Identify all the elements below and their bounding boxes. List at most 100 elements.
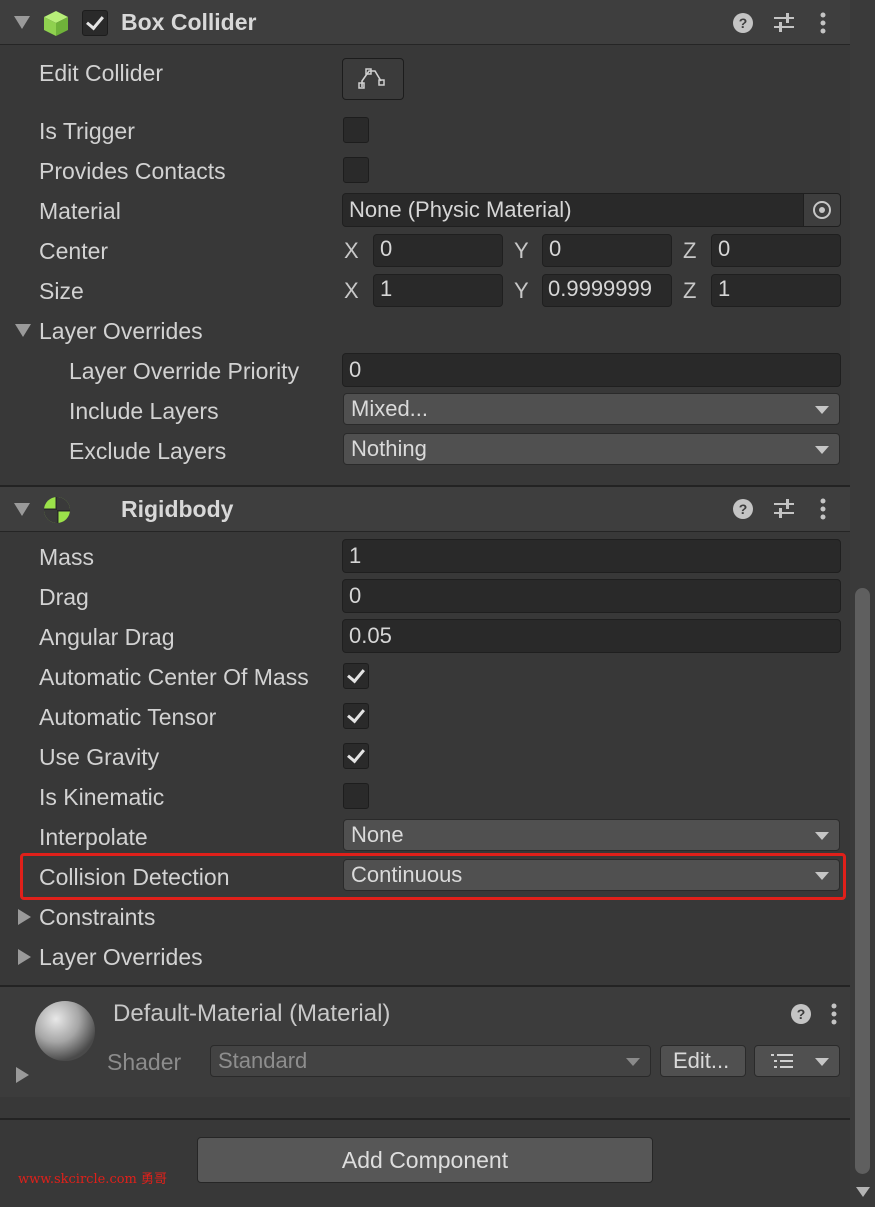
collision-detection-label: Collision Detection — [39, 864, 230, 890]
more-options-icon[interactable] — [829, 1002, 839, 1026]
edit-collider-button[interactable] — [342, 58, 404, 100]
layer-overrides-fold-icon[interactable] — [18, 949, 31, 965]
collapse-arrow-icon[interactable] — [14, 16, 30, 29]
constraints-foldout[interactable]: Constraints — [39, 902, 155, 932]
provides-contacts-checkbox[interactable] — [343, 157, 369, 183]
list-icon — [771, 1054, 793, 1068]
object-picker-button[interactable] — [803, 194, 840, 226]
layer-overrides-foldout[interactable]: Layer Overrides — [39, 316, 203, 346]
size-z-field[interactable]: 1 — [711, 274, 841, 307]
interpolate-value: None — [351, 822, 404, 847]
presets-icon[interactable] — [772, 12, 796, 34]
dropdown-arrow-icon — [815, 832, 829, 840]
center-z-field[interactable]: 0 — [711, 234, 841, 267]
dropdown-arrow-icon — [815, 406, 829, 414]
vertical-scrollbar[interactable] — [850, 0, 875, 1207]
material-section: Default-Material (Material) ? Shader Sta… — [0, 987, 850, 1097]
help-icon[interactable]: ? — [732, 12, 754, 34]
checkmark-icon — [347, 664, 365, 684]
checkmark-icon — [347, 704, 365, 724]
angular-drag-label: Angular Drag — [39, 624, 175, 650]
dropdown-arrow-icon — [815, 1058, 829, 1066]
collapse-arrow-icon[interactable] — [14, 503, 30, 516]
is-trigger-label: Is Trigger — [39, 118, 135, 144]
help-icon[interactable]: ? — [790, 1003, 812, 1025]
material-title: Default-Material (Material) — [113, 1000, 391, 1027]
automatic-tensor-label: Automatic Tensor — [39, 704, 217, 730]
dropdown-arrow-icon — [815, 446, 829, 454]
is-trigger-checkbox[interactable] — [343, 117, 369, 143]
drag-field[interactable]: 0 — [342, 579, 841, 613]
layer-overrides-fold-icon[interactable] — [15, 324, 31, 337]
interpolate-dropdown[interactable]: None — [343, 819, 840, 851]
scroll-down-arrow-icon[interactable] — [856, 1187, 870, 1197]
shader-value: Standard — [218, 1048, 308, 1073]
layer-override-priority-field[interactable]: 0 — [342, 353, 841, 387]
rigidbody-header[interactable]: Rigidbody ? — [0, 487, 850, 532]
collision-detection-dropdown[interactable]: Continuous — [343, 859, 840, 891]
collision-detection-value: Continuous — [351, 862, 463, 887]
size-z-label: Z — [683, 278, 697, 303]
mass-label: Mass — [39, 544, 94, 570]
include-layers-value: Mixed... — [351, 396, 429, 421]
material-preview-sphere — [35, 1001, 95, 1061]
mass-field[interactable]: 1 — [342, 539, 841, 573]
material-object-field[interactable]: None (Physic Material) — [342, 193, 841, 227]
more-options-icon[interactable] — [818, 11, 828, 35]
size-x-label: X — [344, 278, 359, 303]
interpolate-label: Interpolate — [39, 824, 148, 850]
material-fold-icon[interactable] — [16, 1067, 29, 1083]
exclude-layers-dropdown[interactable]: Nothing — [343, 433, 840, 465]
dropdown-arrow-icon — [815, 872, 829, 880]
center-y-field[interactable]: 0 — [542, 234, 672, 267]
scrollbar-thumb[interactable] — [855, 588, 870, 1174]
object-picker-icon — [813, 201, 831, 219]
component-title: Box Collider — [121, 9, 257, 35]
use-gravity-label: Use Gravity — [39, 744, 160, 770]
center-label: Center — [39, 238, 109, 264]
layer-override-priority-label: Layer Override Priority — [69, 358, 300, 384]
edit-collider-icon — [358, 68, 385, 89]
exclude-layers-label: Exclude Layers — [69, 438, 227, 464]
provides-contacts-label: Provides Contacts — [39, 158, 226, 184]
size-y-field[interactable]: 0.9999999 — [542, 274, 672, 307]
more-options-icon[interactable] — [818, 497, 828, 521]
component-title: Rigidbody — [121, 496, 234, 522]
help-icon[interactable]: ? — [732, 498, 754, 520]
exclude-layers-value: Nothing — [351, 436, 427, 461]
shader-dropdown[interactable]: Standard — [210, 1045, 651, 1077]
add-component-button[interactable]: Add Component — [197, 1137, 653, 1183]
watermark-text: www.skcircle.com 勇哥 — [18, 1172, 168, 1187]
is-kinematic-checkbox[interactable] — [343, 783, 369, 809]
center-x-field[interactable]: 0 — [373, 234, 503, 267]
size-y-label: Y — [514, 278, 529, 303]
constraints-fold-icon[interactable] — [18, 909, 31, 925]
is-kinematic-label: Is Kinematic — [39, 784, 165, 810]
automatic-center-of-mass-label: Automatic Center Of Mass — [39, 664, 309, 690]
shader-options-dropdown[interactable] — [754, 1045, 840, 1077]
presets-icon[interactable] — [772, 498, 796, 520]
include-layers-label: Include Layers — [69, 398, 219, 424]
checkmark-icon — [347, 744, 365, 764]
material-value: None (Physic Material) — [349, 197, 572, 222]
svg-text:?: ? — [739, 501, 748, 517]
material-label: Material — [39, 198, 121, 224]
checkmark-icon — [86, 11, 104, 31]
layer-overrides-foldout[interactable]: Layer Overrides — [39, 942, 203, 972]
dropdown-arrow-icon — [626, 1058, 640, 1066]
angular-drag-field[interactable]: 0.05 — [342, 619, 841, 653]
automatic-tensor-checkbox[interactable] — [343, 703, 369, 729]
component-enabled-checkbox[interactable] — [82, 10, 108, 36]
include-layers-dropdown[interactable]: Mixed... — [343, 393, 840, 425]
shader-edit-button[interactable]: Edit... — [660, 1045, 746, 1077]
box-collider-header[interactable]: Box Collider ? — [0, 0, 850, 45]
shader-label: Shader — [107, 1049, 182, 1075]
section-divider — [0, 1118, 850, 1120]
size-label: Size — [39, 278, 84, 304]
center-x-label: X — [344, 238, 359, 263]
automatic-center-of-mass-checkbox[interactable] — [343, 663, 369, 689]
svg-text:?: ? — [797, 1006, 806, 1022]
svg-text:?: ? — [739, 15, 748, 31]
use-gravity-checkbox[interactable] — [343, 743, 369, 769]
size-x-field[interactable]: 1 — [373, 274, 503, 307]
